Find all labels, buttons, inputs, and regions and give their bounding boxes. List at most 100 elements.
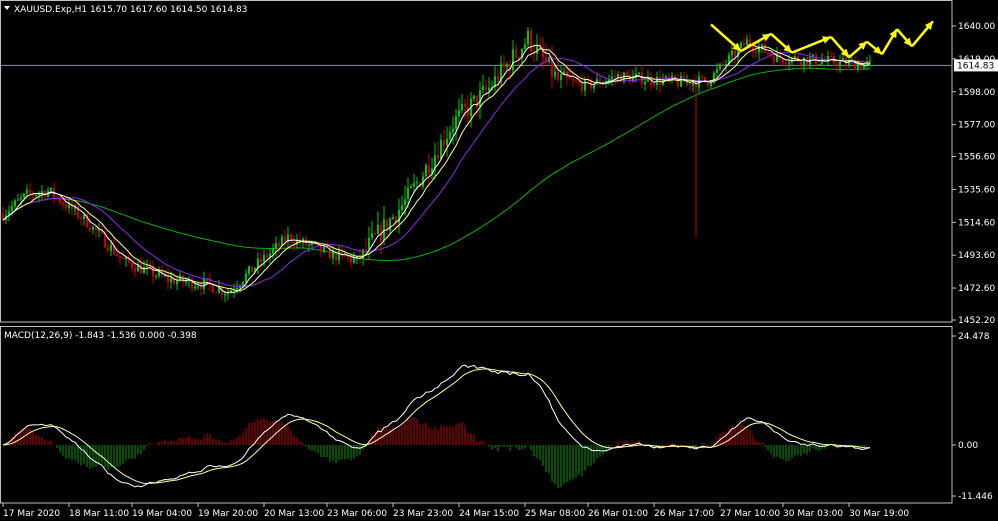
time-tick-label: 19 Mar 20:00 xyxy=(198,509,258,519)
candle-body xyxy=(611,76,613,79)
candle-body xyxy=(692,82,694,86)
main-panel-frame xyxy=(0,0,953,504)
candle-body xyxy=(566,71,568,77)
candle-body xyxy=(653,84,655,86)
candle-body xyxy=(110,244,112,251)
ma-fast-line xyxy=(2,43,871,294)
candle-body xyxy=(260,258,262,263)
candle-body xyxy=(413,183,415,187)
candle-body xyxy=(404,199,406,206)
candle-body xyxy=(278,243,280,247)
candle-body xyxy=(245,273,247,283)
candle-body xyxy=(584,79,586,91)
candle-body xyxy=(275,243,277,249)
macd-panel: 24.478 0.00 -11.446 xyxy=(2,332,993,502)
candle-body xyxy=(716,69,718,73)
candle-body xyxy=(560,74,562,81)
candle-body xyxy=(242,282,244,286)
candle-body xyxy=(98,229,100,231)
candle-body xyxy=(794,56,796,58)
candle-body xyxy=(617,74,619,78)
candle-body xyxy=(20,197,22,200)
candle-body xyxy=(398,209,400,224)
time-tick-label: 26 Mar 01:00 xyxy=(588,509,648,519)
candle-body xyxy=(425,164,427,177)
candle-body xyxy=(755,50,757,53)
candle-body xyxy=(473,95,475,99)
chart-header: XAUUSD.Exp,H1 1615.70 1617.60 1614.50 16… xyxy=(4,5,247,15)
candle-body xyxy=(485,86,487,91)
candle-body xyxy=(479,90,481,107)
time-tick-label: 23 Mar 06:00 xyxy=(327,509,387,519)
candle-body xyxy=(365,249,367,251)
candle-body xyxy=(800,61,802,66)
candle-body xyxy=(236,288,238,290)
candle-body xyxy=(719,64,721,70)
candle-body xyxy=(29,189,31,194)
candle-body xyxy=(116,254,118,256)
candle-body xyxy=(143,267,145,274)
candle-body xyxy=(107,247,109,251)
candle-body xyxy=(374,233,376,235)
price-tick-label: 1514.60 xyxy=(958,218,995,228)
candle-body xyxy=(788,62,790,64)
candle-body xyxy=(440,139,442,160)
candle-body xyxy=(464,103,466,107)
candle-body xyxy=(17,199,19,201)
candle-body xyxy=(401,205,403,210)
candle-body xyxy=(734,50,736,57)
candle-body xyxy=(263,254,265,263)
candle-body xyxy=(251,266,253,272)
candle-body xyxy=(371,233,373,238)
candle-body xyxy=(437,155,439,160)
candle-body xyxy=(122,257,124,260)
candle-body xyxy=(569,76,571,79)
time-tick-label: 25 Mar 08:00 xyxy=(525,509,585,519)
candle-body xyxy=(557,71,559,81)
triangle-down-icon[interactable] xyxy=(4,6,10,10)
candle-body xyxy=(575,80,577,82)
macd-signal-line xyxy=(2,368,871,484)
candle-body xyxy=(227,293,229,295)
candle-body xyxy=(131,262,133,269)
current-price-label: 1614.83 xyxy=(957,61,994,71)
candle-body xyxy=(458,110,460,117)
candle-body xyxy=(743,42,745,46)
price-tick-label: 1640.00 xyxy=(958,22,995,32)
candle-body xyxy=(818,64,820,66)
time-tick-label: 30 Mar 03:00 xyxy=(783,509,843,519)
macd-tick-label: -11.446 xyxy=(958,492,993,502)
candle-body xyxy=(266,254,268,258)
candle-body xyxy=(836,63,838,67)
chart-canvas[interactable]: 1640.001619.001598.001577.001556.601535.… xyxy=(0,0,998,521)
time-tick-label: 26 Mar 17:00 xyxy=(654,509,714,519)
candle-body xyxy=(767,52,769,54)
price-axis: 1640.001619.001598.001577.001556.601535.… xyxy=(952,22,998,326)
candle-body xyxy=(626,72,628,75)
candle-body xyxy=(746,39,748,46)
macd-tick-label: 24.478 xyxy=(958,332,990,342)
candle-body xyxy=(200,286,202,289)
candle-body xyxy=(857,63,859,70)
candle-body xyxy=(785,62,787,64)
candle-body xyxy=(725,63,727,66)
time-tick-label: 23 Mar 23:00 xyxy=(393,509,453,519)
price-tick-label: 1556.60 xyxy=(958,153,995,163)
time-tick-label: 30 Mar 19:00 xyxy=(849,509,909,519)
candle-body xyxy=(14,200,16,207)
candle-body xyxy=(641,72,643,85)
candle-body xyxy=(461,103,463,111)
price-tick-label: 1577.00 xyxy=(958,121,995,131)
candle-body xyxy=(155,275,157,277)
candle-body xyxy=(272,248,274,254)
candle-body xyxy=(140,264,142,274)
time-tick-label: 19 Mar 04:00 xyxy=(132,509,192,519)
macd-tick-label: 0.00 xyxy=(958,441,978,451)
candle-body xyxy=(338,250,340,261)
candle-body xyxy=(773,55,775,62)
candle-body xyxy=(803,57,805,66)
candle-body xyxy=(527,30,529,45)
candle-body xyxy=(248,266,250,274)
candle-body xyxy=(446,138,448,146)
candle-body xyxy=(554,71,556,77)
